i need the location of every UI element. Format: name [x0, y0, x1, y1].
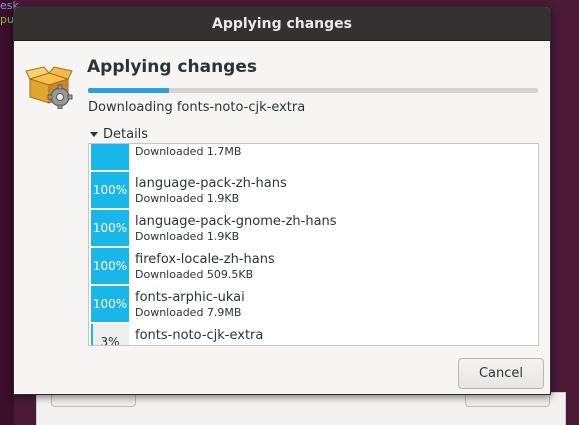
item-progress-cell: 3% — [91, 324, 129, 346]
parent-window-button[interactable] — [465, 393, 550, 407]
item-text: language-pack-zh-hans Downloaded 1.9KB — [129, 171, 287, 209]
parent-window-button[interactable] — [51, 393, 136, 407]
package-gear-icon — [25, 66, 73, 109]
item-progress-cell — [91, 144, 129, 170]
item-text: Downloaded 1.7MB — [129, 144, 242, 171]
item-package-name: fonts-noto-cjk-extra — [135, 327, 264, 343]
download-list-item: 100% language-pack-zh-hans Downloaded 1.9K… — [89, 171, 538, 209]
details-label: Details — [103, 127, 149, 142]
parent-window — [36, 392, 566, 425]
overall-progress-fill — [88, 88, 169, 93]
window-title: Applying changes — [14, 7, 550, 41]
download-status: Downloading fonts-noto-cjk-extra — [88, 100, 306, 115]
item-percent-label: 100% — [92, 297, 128, 311]
item-percent-label: 100% — [92, 221, 128, 235]
download-list-item: Downloaded 1.7MB — [89, 144, 538, 171]
item-text: fonts-noto-cjk-extraDownloaded 4.5MB of … — [129, 323, 308, 346]
desktop-background — [0, 0, 14, 425]
desktop-background — [551, 0, 579, 392]
item-package-name: firefox-locale-zh-hans — [135, 251, 275, 267]
item-download-status: Downloaded 1.9KB — [135, 229, 240, 243]
item-package-name: fonts-arphic-ukai — [135, 289, 245, 305]
details-expander[interactable]: Details — [90, 127, 148, 142]
item-progress-fill — [91, 324, 93, 345]
download-list-item: 100% language-pack-gnome-zh-hans Downloade… — [89, 209, 538, 247]
item-package-name: language-pack-zh-hans — [135, 175, 287, 191]
download-list-item: 100% firefox-locale-zh-hans Downloaded 509… — [89, 247, 538, 285]
download-list-item: 100% fonts-arphic-ukai Downloaded 7.9MB — [89, 285, 538, 323]
item-percent-label: 100% — [92, 183, 128, 197]
item-text: language-pack-gnome-zh-hans Downloaded 1.… — [129, 209, 337, 247]
download-list-item: 3% fonts-noto-cjk-extraDownloaded 4.5MB o… — [89, 323, 538, 346]
item-progress-cell: 100% — [91, 286, 129, 322]
item-download-status: Downloaded 509.5KB — [135, 267, 254, 281]
item-download-status: Downloaded 7.9MB — [135, 305, 242, 319]
dialog-heading: Applying changes — [87, 57, 257, 77]
expander-arrow-icon — [90, 132, 98, 137]
item-percent-label: 100% — [92, 259, 128, 273]
item-progress-cell: 100% — [91, 172, 129, 208]
item-progress-cell: 100% — [91, 210, 129, 246]
item-package-name: language-pack-gnome-zh-hans — [135, 213, 337, 229]
download-list[interactable]: Downloaded 1.7MB 100% language-pack-zh-han… — [88, 143, 539, 346]
item-download-status: Downloaded 1.9KB — [135, 191, 240, 205]
cancel-button[interactable]: Cancel — [458, 358, 544, 389]
item-download-status: Downloaded 1.7MB — [135, 145, 242, 158]
item-progress-cell: 100% — [91, 248, 129, 284]
desktop-text: pu — [0, 13, 14, 26]
dialog-header: Applying changes Downloading fonts-noto-… — [14, 41, 550, 151]
item-percent-label: 3% — [100, 335, 120, 346]
overall-progress-bar — [88, 88, 538, 93]
item-download-status: Downloaded 4.5MB of 124.9MB — [135, 344, 308, 346]
item-text: firefox-locale-zh-hans Downloaded 509.5KB — [129, 247, 275, 285]
item-text: fonts-arphic-ukai Downloaded 7.9MB — [129, 285, 245, 323]
applying-changes-dialog: Applying changes Applying changes Downlo… — [13, 6, 551, 395]
